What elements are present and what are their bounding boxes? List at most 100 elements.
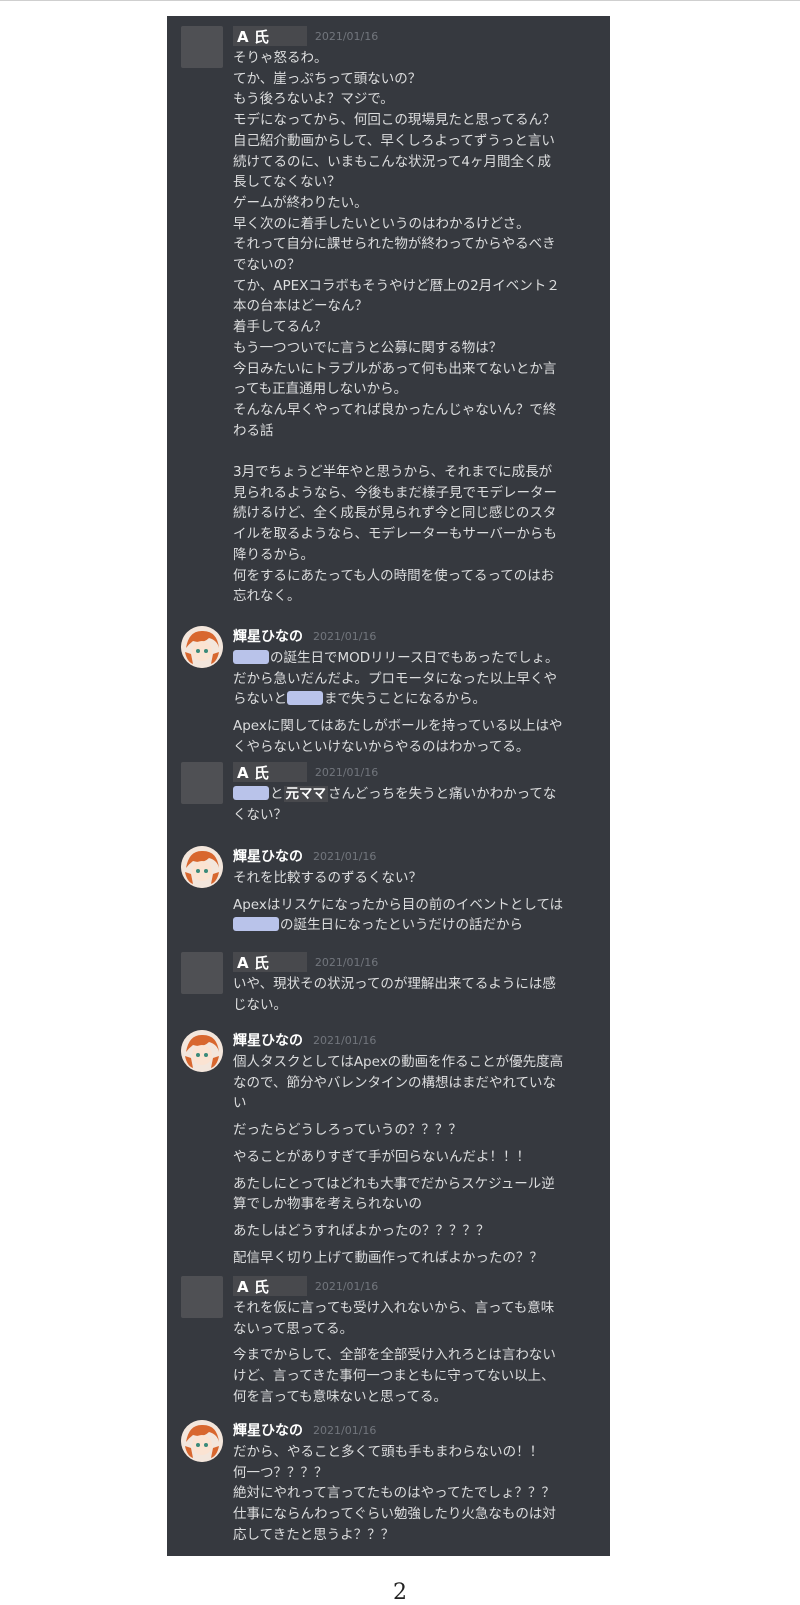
avatar[interactable] bbox=[181, 1420, 223, 1462]
message-line: 降りるから。 bbox=[233, 546, 314, 563]
message-line: やることがありすぎて手が回らないんだよ！！！ bbox=[233, 1148, 530, 1165]
message-line: くない？ bbox=[233, 806, 287, 823]
message-header: 輝星ひなの 2021/01/16 bbox=[233, 624, 376, 648]
timestamp: 2021/01/16 bbox=[314, 955, 379, 969]
message-header: A 氏 2021/01/16 bbox=[233, 1274, 378, 1298]
redaction bbox=[233, 917, 279, 932]
message-body: の誕生日でMODリリース日でもあったでしょ。 だから急いだんだよ。プロモータにな… bbox=[233, 648, 593, 758]
author-name[interactable]: A 氏 bbox=[233, 952, 307, 972]
message-line: Apexはリスケになったから目の前のイベントとしては bbox=[233, 896, 564, 913]
avatar[interactable] bbox=[181, 1276, 223, 1318]
timestamp: 2021/01/16 bbox=[314, 765, 379, 779]
message-body: だから、やること多くて頭も手もまわらないの！！ 何一つ？？？？ 絶対にやれって言… bbox=[233, 1442, 593, 1546]
message-body: それを仮に言っても受け入れないから、言っても意味 ないって思ってる。 今までから… bbox=[233, 1298, 593, 1408]
timestamp: 2021/01/16 bbox=[314, 1279, 379, 1293]
message-line: あたしにとってはどれも大事でだからスケジュール逆 bbox=[233, 1175, 555, 1192]
message-line: 絶対にやれって言ってたものはやってたでしょ？？？ bbox=[233, 1485, 555, 1502]
message-line: 自己紹介動画からして、早くしろよってずうっと言い bbox=[233, 132, 555, 149]
message-line: それを比較するのずるくない？ bbox=[233, 870, 422, 886]
message-line: 個人タスクとしてはApexの動画を作ることが優先度高 bbox=[233, 1054, 564, 1070]
message-line: 何をするにあたっても人の時間を使ってるってのはお bbox=[233, 567, 555, 584]
message-line: 配信早く切り上げて動画作ってればよかったの？？ bbox=[233, 1249, 543, 1266]
author-label: A 氏 bbox=[237, 1277, 269, 1296]
message-line: 見られるようなら、今後もまだ様子見でモデレーター bbox=[233, 484, 557, 501]
message-header: 輝星ひなの 2021/01/16 bbox=[233, 1028, 376, 1052]
message-text: の誕生日でMODリリース日でもあったでしょ。 bbox=[270, 650, 559, 666]
message-line: 本の台本はどーなん？ bbox=[233, 298, 368, 315]
message-line: らないと まで失うことになるから。 bbox=[233, 689, 593, 710]
message-body: 個人タスクとしてはApexの動画を作ることが優先度高 なので、節分やバレンタイン… bbox=[233, 1052, 593, 1268]
author-name[interactable]: 輝星ひなの bbox=[233, 1420, 303, 1440]
message-line: と元ママ さんどっちを失うと痛いかわかってな bbox=[233, 784, 593, 805]
message-line: そんなん早くやってれば良かったんじゃないん？で終 bbox=[233, 401, 557, 418]
avatar-image bbox=[181, 626, 223, 668]
message-line: の誕生日になったというだけの話だから bbox=[233, 915, 593, 936]
message-line bbox=[233, 441, 593, 462]
redaction bbox=[233, 650, 269, 664]
timestamp: 2021/01/16 bbox=[314, 29, 379, 43]
message-line: ゲームが終わりたい。 bbox=[233, 194, 368, 211]
name-mask bbox=[268, 765, 301, 779]
message-line: 着手してるん？ bbox=[233, 319, 328, 336]
message-body: そりゃ怒るわ。 てか、崖っぷちって頭ないの？ もう後ろないよ？マジで。 モデにな… bbox=[233, 48, 593, 607]
message-line: じない。 bbox=[233, 996, 287, 1013]
message-text: と bbox=[270, 786, 284, 802]
redaction bbox=[287, 691, 323, 706]
message-line: もう一つついでに言うと公募に関する物は？ bbox=[233, 339, 503, 356]
message-line: くやらないといけないからやるのはわかってる。 bbox=[233, 738, 530, 755]
author-name[interactable]: A 氏 bbox=[233, 762, 307, 782]
message-line: 早く次のに着手したいというのはわかるけどさ。 bbox=[233, 215, 530, 232]
message-line: 応してきたと思うよ？？？ bbox=[233, 1526, 395, 1543]
redaction bbox=[233, 786, 269, 800]
message-text: らないと bbox=[233, 691, 287, 708]
timestamp: 2021/01/16 bbox=[313, 1423, 377, 1437]
message-line: イルを取るようなら、モデレーターもサーバーからも bbox=[233, 526, 557, 543]
author-name[interactable]: 輝星ひなの bbox=[233, 626, 303, 646]
avatar[interactable] bbox=[181, 26, 223, 68]
message-line: そりゃ怒るわ。 bbox=[233, 50, 328, 66]
message-line: ないって思ってる。 bbox=[233, 1320, 354, 1337]
message-line: でないの？ bbox=[233, 257, 301, 274]
author-label: A 氏 bbox=[237, 953, 269, 972]
timestamp: 2021/01/16 bbox=[313, 1033, 377, 1047]
author-name[interactable]: A 氏 bbox=[233, 1276, 307, 1296]
message-line: いや、現状その状況ってのが理解出来てるようには感 bbox=[233, 976, 556, 992]
message-body: いや、現状その状況ってのが理解出来てるようには感 じない。 bbox=[233, 974, 593, 1015]
message-line: もう後ろないよ？マジで。 bbox=[233, 91, 394, 108]
message-line: なので、節分やバレンタインの構想はまだやれていな bbox=[233, 1074, 557, 1091]
message-line: 仕事にならんわってぐらい勉強したり火急なものは対 bbox=[233, 1506, 556, 1523]
avatar[interactable] bbox=[181, 626, 223, 668]
message-line: あたしはどうすればよかったの？？？？？ bbox=[233, 1222, 490, 1239]
message-line: てか、崖っぷちって頭ないの？ bbox=[233, 70, 422, 87]
message-line: Apexに関してはあたしがボールを持っている以上はや bbox=[233, 718, 563, 735]
author-name[interactable]: A 氏 bbox=[233, 26, 307, 46]
message-line: っても正直通用しないから。 bbox=[233, 381, 408, 398]
author-name[interactable]: 輝星ひなの bbox=[233, 846, 303, 866]
avatar[interactable] bbox=[181, 762, 223, 804]
message-line: それを仮に言っても受け入れないから、言っても意味 bbox=[233, 1300, 555, 1316]
author-name[interactable]: 輝星ひなの bbox=[233, 1030, 303, 1050]
name-mask bbox=[268, 1279, 301, 1293]
avatar[interactable] bbox=[181, 846, 223, 888]
name-mask bbox=[268, 955, 301, 969]
message-line: それって自分に課せられた物が終わってからやるべき bbox=[233, 236, 556, 253]
message-line: 何一つ？？？？ bbox=[233, 1464, 328, 1481]
message-line: 今までからして、全部を全部受け入れろとは言わない bbox=[233, 1347, 556, 1364]
author-label: A 氏 bbox=[237, 763, 269, 782]
message-line: てか、APEXコラボもそうやけど暦上の2月イベント２ bbox=[233, 277, 560, 294]
avatar-image bbox=[181, 846, 223, 888]
message-line: 長してなくない？ bbox=[233, 174, 341, 191]
message-line: の誕生日でMODリリース日でもあったでしょ。 bbox=[233, 648, 593, 669]
message-line: 忘れなく。 bbox=[233, 588, 301, 605]
message-text: の誕生日になったというだけの話だから bbox=[280, 917, 523, 934]
avatar[interactable] bbox=[181, 952, 223, 994]
message-line: 続けてるのに、いまもこんな状況って4ヶ月間全く成 bbox=[233, 153, 552, 170]
message-body: それを比較するのずるくない？ Apexはリスケになったから目の前のイベントとして… bbox=[233, 868, 593, 936]
message-line: だから急いだんだよ。プロモータになった以上早くや bbox=[233, 670, 557, 687]
page-top-rule bbox=[0, 0, 800, 1]
message-line: だったらどうしろっていうの？？？？ bbox=[233, 1122, 462, 1139]
avatar[interactable] bbox=[181, 1030, 223, 1072]
timestamp: 2021/01/16 bbox=[313, 849, 377, 863]
message-body: と元ママ さんどっちを失うと痛いかわかってな くない？ bbox=[233, 784, 593, 825]
message-line: わる話 bbox=[233, 422, 274, 439]
